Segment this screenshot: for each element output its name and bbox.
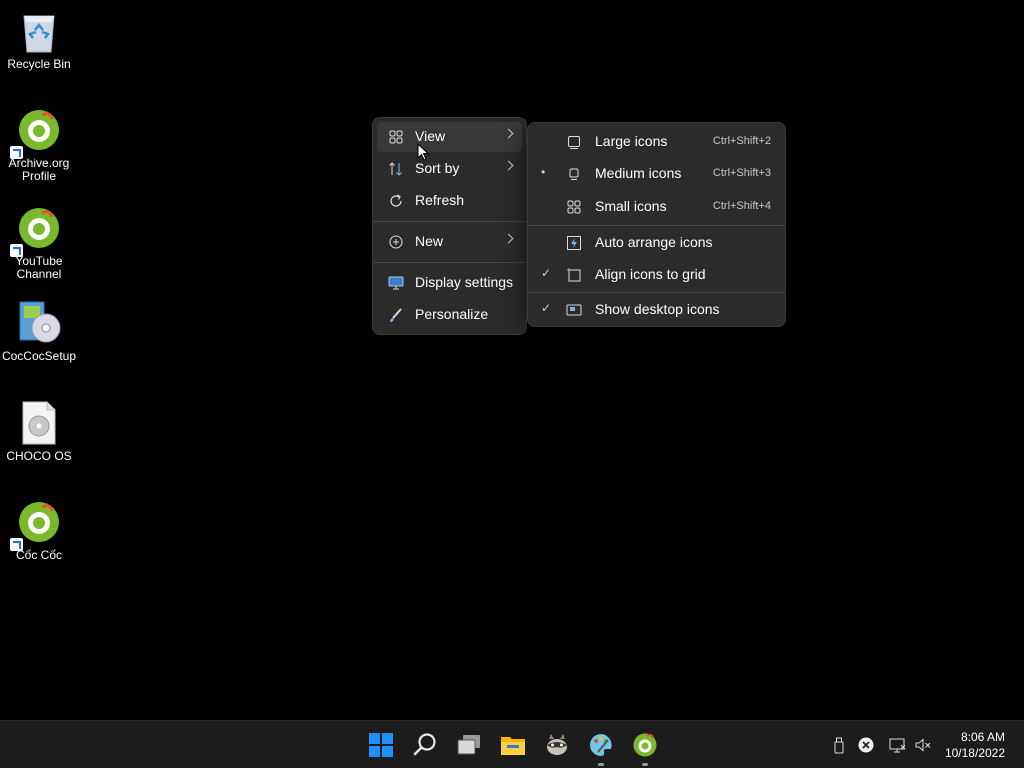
refresh-icon <box>390 194 402 207</box>
volume-muted-icon[interactable] <box>914 736 932 754</box>
menu-separator <box>373 221 526 222</box>
submenu-item-small-icons[interactable]: Small icons Ctrl+Shift+4 <box>532 192 781 222</box>
submenu-item-label: Large icons <box>595 133 668 149</box>
menu-item-label: Personalize <box>415 306 489 322</box>
display-icon <box>388 276 404 290</box>
setup-installer-icon <box>16 300 62 346</box>
desktop-icon-coccocsetup[interactable]: CocCocSetup <box>0 300 78 363</box>
menu-item-display-settings[interactable]: Display settings <box>377 268 522 298</box>
menu-item-sort-by[interactable]: Sort by <box>377 154 522 184</box>
submenu-item-show-desktop-icons[interactable]: ✓ Show desktop icons <box>532 295 781 325</box>
desktop-icon-coccoc[interactable]: Cốc Cốc <box>0 499 78 562</box>
desktop-icon-archive-profile[interactable]: Archive.org Profile <box>0 107 78 183</box>
plus-circle-icon <box>389 235 403 249</box>
menu-item-label: New <box>415 233 444 249</box>
usb-device-icon[interactable] <box>830 736 848 754</box>
submenu-item-medium-icons[interactable]: • Medium icons Ctrl+Shift+3 <box>532 159 781 189</box>
running-indicator <box>642 763 648 766</box>
clock-time: 8:06 AM <box>960 730 1005 744</box>
coccoc-browser-icon[interactable] <box>632 732 658 758</box>
desktop-icon-recycle-bin[interactable]: Recycle Bin <box>0 8 78 71</box>
recycle-bin-icon <box>16 8 62 54</box>
medium-icons-icon <box>569 168 579 180</box>
menu-item-label: View <box>415 128 446 144</box>
submenu-item-large-icons[interactable]: Large icons Ctrl+Shift+2 <box>532 127 781 157</box>
submenu-item-label: Medium icons <box>595 165 682 181</box>
checkmark-icon: ✓ <box>541 266 552 280</box>
menu-item-label: Sort by <box>415 160 460 176</box>
menu-item-refresh[interactable]: Refresh <box>377 186 522 216</box>
auto-arrange-icon <box>567 236 581 250</box>
sort-icon <box>389 162 402 176</box>
menu-item-new[interactable]: New <box>377 227 522 257</box>
paint-app-icon[interactable] <box>588 732 614 758</box>
coccoc-icon <box>10 107 62 159</box>
submenu-item-label: Align icons to grid <box>595 266 706 282</box>
shortcut-text: Ctrl+Shift+2 <box>712 135 771 147</box>
submenu-item-auto-arrange[interactable]: Auto arrange icons <box>532 228 781 258</box>
submenu-item-label: Small icons <box>595 198 667 214</box>
coccoc-icon <box>10 205 62 257</box>
brush-icon <box>390 308 402 322</box>
chevron-right-icon <box>503 160 514 171</box>
selection-mark <box>541 234 555 250</box>
taskbar-clock[interactable]: 8:06 AM 10/18/2022 <box>945 729 1005 761</box>
desktop-icon-youtube-channel[interactable]: YouTube Channel <box>0 205 78 281</box>
desktop-icon-label: Recycle Bin <box>7 57 71 71</box>
start-icon[interactable] <box>368 732 394 758</box>
desktop-icon-label: Archive.org Profile <box>8 156 70 183</box>
disc-image-file-icon <box>16 400 62 446</box>
coccoc-icon <box>10 499 62 551</box>
desktop-icon-label: CocCocSetup <box>1 349 77 363</box>
menu-separator <box>528 225 785 226</box>
desktop-context-menu: View Sort by Refresh New Display setting… <box>372 117 527 335</box>
desktop-icon-label: CHOCO OS <box>6 449 72 463</box>
show-desktop-icon <box>566 304 582 316</box>
chevron-right-icon <box>503 128 514 139</box>
small-icons-icon <box>567 200 581 214</box>
grid-icon <box>389 130 403 144</box>
raccoon-app-icon[interactable] <box>544 732 570 758</box>
align-grid-icon <box>567 268 581 282</box>
view-submenu: Large icons Ctrl+Shift+2 • Medium icons … <box>527 122 786 327</box>
shortcut-arrow-icon <box>10 146 23 159</box>
menu-separator <box>373 262 526 263</box>
running-indicator <box>598 763 604 766</box>
menu-separator <box>528 292 785 293</box>
desktop-icon-label: Cốc Cốc <box>15 548 62 562</box>
shortcut-text: Ctrl+Shift+4 <box>712 200 771 212</box>
menu-item-label: Refresh <box>415 192 465 208</box>
submenu-item-align-to-grid[interactable]: ✓ Align icons to grid <box>532 260 781 290</box>
close-circle-icon[interactable] <box>857 736 875 754</box>
large-icons-icon <box>568 136 580 149</box>
submenu-item-label: Show desktop icons <box>595 301 720 317</box>
chevron-right-icon <box>503 233 514 244</box>
selection-mark <box>541 133 555 149</box>
clock-date: 10/18/2022 <box>944 746 1005 760</box>
taskbar: 8:06 AM 10/18/2022 <box>0 720 1024 768</box>
mouse-cursor-icon <box>417 143 429 161</box>
selection-bullet-icon: • <box>541 165 546 179</box>
desktop-icon-label: YouTube Channel <box>15 254 63 281</box>
task-view-icon[interactable] <box>456 732 482 758</box>
checkmark-icon: ✓ <box>541 301 552 315</box>
menu-item-view[interactable]: View <box>377 122 522 152</box>
submenu-item-label: Auto arrange icons <box>595 234 713 250</box>
shortcut-text: Ctrl+Shift+3 <box>712 167 771 179</box>
network-icon[interactable] <box>889 736 907 754</box>
shortcut-arrow-icon <box>10 538 23 551</box>
menu-item-personalize[interactable]: Personalize <box>377 300 522 330</box>
desktop-icon-choco-os[interactable]: CHOCO OS <box>0 400 78 463</box>
shortcut-arrow-icon <box>10 244 23 257</box>
selection-mark <box>541 198 555 214</box>
file-explorer-icon[interactable] <box>500 732 526 758</box>
search-icon[interactable] <box>412 732 438 758</box>
menu-item-label: Display settings <box>415 274 514 290</box>
